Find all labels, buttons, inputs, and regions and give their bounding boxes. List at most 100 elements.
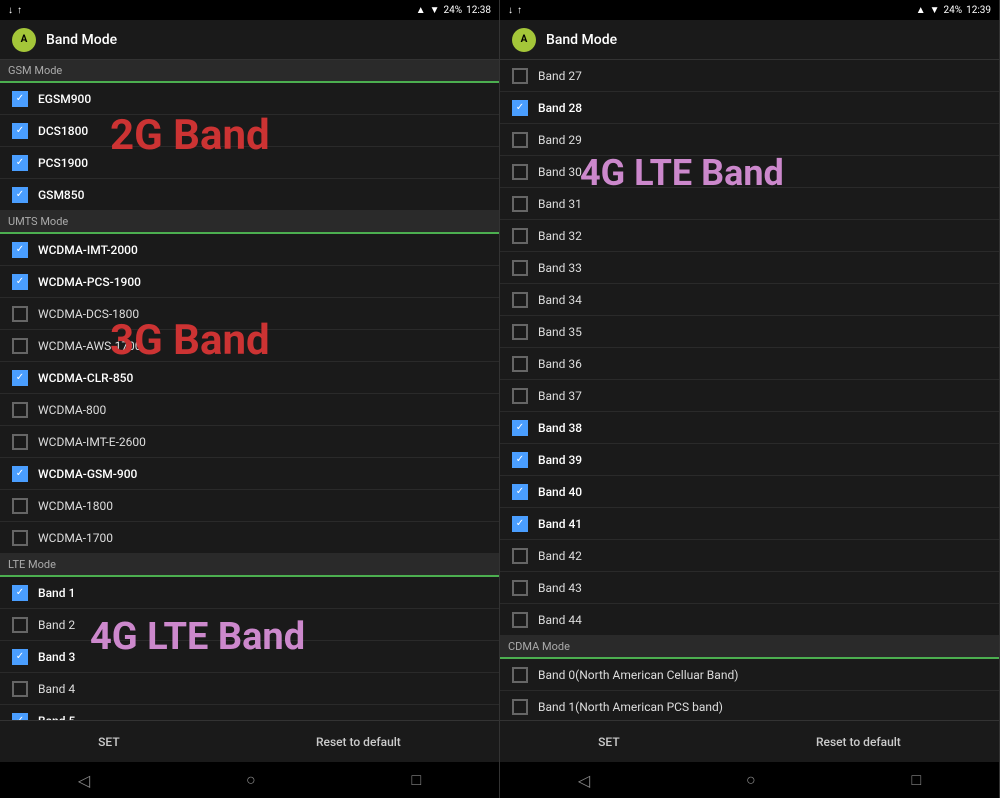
recents-nav-icon[interactable]: □ [411,770,421,790]
list-item[interactable]: Band 44 [500,604,999,636]
content-left[interactable]: GSM Mode EGSM900 DCS1800 PCS1900 GSM850 … [0,60,499,720]
wcdma-aws1700-checkbox[interactable] [12,338,28,354]
list-item[interactable]: WCDMA-GSM-900 [0,458,499,490]
recents-nav-icon-right[interactable]: □ [911,770,921,790]
set-button-right[interactable]: SET [578,727,639,757]
list-item[interactable]: Band 38 [500,412,999,444]
list-item[interactable]: GSM850 [0,179,499,211]
band39-checkbox[interactable] [512,452,528,468]
list-item[interactable]: Band 4 [0,673,499,705]
list-item[interactable]: Band 34 [500,284,999,316]
band36-checkbox[interactable] [512,356,528,372]
wcdma-imt2000-checkbox[interactable] [12,242,28,258]
back-nav-icon[interactable]: ◁ [78,771,90,790]
list-item[interactable]: Band 33 [500,252,999,284]
band43-checkbox[interactable] [512,580,528,596]
right-panel: ↓ ↑ ▲ ▼ 24% 12:39 A Band Mode Band 27 Ba… [500,0,1000,798]
band32-checkbox[interactable] [512,228,528,244]
list-item[interactable]: WCDMA-DCS-1800 [0,298,499,330]
list-item[interactable]: Band 42 [500,540,999,572]
content-right[interactable]: Band 27 Band 28 Band 29 Band 30 Band 31 … [500,60,999,720]
cdma0-checkbox[interactable] [512,667,528,683]
list-item[interactable]: Band 30 [500,156,999,188]
list-item[interactable]: Band 35 [500,316,999,348]
list-item[interactable]: Band 37 [500,380,999,412]
set-button-left[interactable]: SET [78,727,139,757]
wcdma-1700-checkbox[interactable] [12,530,28,546]
home-nav-icon[interactable]: ○ [246,770,256,790]
list-item[interactable]: WCDMA-1800 [0,490,499,522]
left-panel: ↓ ↑ ▲ ▼ 24% 12:38 A Band Mode GSM Mode E… [0,0,500,798]
band2-label: Band 2 [38,618,75,632]
band5-checkbox[interactable] [12,713,28,721]
band41-checkbox[interactable] [512,516,528,532]
wcdma-800-checkbox[interactable] [12,402,28,418]
band34-checkbox[interactable] [512,292,528,308]
list-item[interactable]: Band 5 [0,705,499,720]
band38-checkbox[interactable] [512,420,528,436]
list-item[interactable]: Band 27 [500,60,999,92]
wcdma-pcs1900-checkbox[interactable] [12,274,28,290]
list-item[interactable]: Band 1(North American PCS band) [500,691,999,720]
band3-checkbox[interactable] [12,649,28,665]
wcdma-1800-checkbox[interactable] [12,498,28,514]
list-item[interactable]: Band 2 [0,609,499,641]
wcdma-clr850-checkbox[interactable] [12,370,28,386]
band44-checkbox[interactable] [512,612,528,628]
band35-checkbox[interactable] [512,324,528,340]
band33-checkbox[interactable] [512,260,528,276]
band31-checkbox[interactable] [512,196,528,212]
signal-icon: ▲ [416,5,426,16]
dcs1800-checkbox[interactable] [12,123,28,139]
list-item[interactable]: Band 32 [500,220,999,252]
list-item[interactable]: WCDMA-PCS-1900 [0,266,499,298]
list-item[interactable]: Band 31 [500,188,999,220]
band1-checkbox[interactable] [12,585,28,601]
band29-checkbox[interactable] [512,132,528,148]
wifi-icon: ▼ [430,5,440,16]
list-item[interactable]: DCS1800 [0,115,499,147]
list-item[interactable]: EGSM900 [0,83,499,115]
list-item[interactable]: PCS1900 [0,147,499,179]
list-item[interactable]: WCDMA-IMT-2000 [0,234,499,266]
band31-label: Band 31 [538,197,582,211]
band37-checkbox[interactable] [512,388,528,404]
reset-button-right[interactable]: Reset to default [796,727,921,757]
band4-checkbox[interactable] [12,681,28,697]
status-right-info-right: ▲ ▼ 24% 12:39 [916,5,991,16]
band1-label: Band 1 [38,586,75,600]
wcdma-dcs1800-checkbox[interactable] [12,306,28,322]
band28-checkbox[interactable] [512,100,528,116]
list-item[interactable]: Band 40 [500,476,999,508]
list-item[interactable]: Band 3 [0,641,499,673]
list-item[interactable]: Band 43 [500,572,999,604]
list-item[interactable]: WCDMA-IMT-E-2600 [0,426,499,458]
pcs1900-checkbox[interactable] [12,155,28,171]
home-nav-icon-right[interactable]: ○ [746,770,756,790]
back-nav-icon-right[interactable]: ◁ [578,771,590,790]
list-item[interactable]: Band 0(North American Celluar Band) [500,659,999,691]
list-item[interactable]: WCDMA-CLR-850 [0,362,499,394]
reset-button-left[interactable]: Reset to default [296,727,421,757]
band2-checkbox[interactable] [12,617,28,633]
band27-checkbox[interactable] [512,68,528,84]
list-item[interactable]: Band 36 [500,348,999,380]
list-item[interactable]: Band 41 [500,508,999,540]
list-item[interactable]: Band 1 [0,577,499,609]
list-item[interactable]: Band 28 [500,92,999,124]
cdma1-checkbox[interactable] [512,699,528,715]
band42-checkbox[interactable] [512,548,528,564]
list-item[interactable]: Band 39 [500,444,999,476]
list-item[interactable]: WCDMA-1700 [0,522,499,554]
wcdma-gsm900-checkbox[interactable] [12,466,28,482]
egsm900-checkbox[interactable] [12,91,28,107]
gsm850-checkbox[interactable] [12,187,28,203]
list-item[interactable]: WCDMA-AWS-1700 [0,330,499,362]
list-item[interactable]: WCDMA-800 [0,394,499,426]
list-item[interactable]: Band 29 [500,124,999,156]
time-display-right: 12:39 [966,5,991,16]
band33-label: Band 33 [538,261,582,275]
band30-checkbox[interactable] [512,164,528,180]
wcdma-imte2600-checkbox[interactable] [12,434,28,450]
band40-checkbox[interactable] [512,484,528,500]
